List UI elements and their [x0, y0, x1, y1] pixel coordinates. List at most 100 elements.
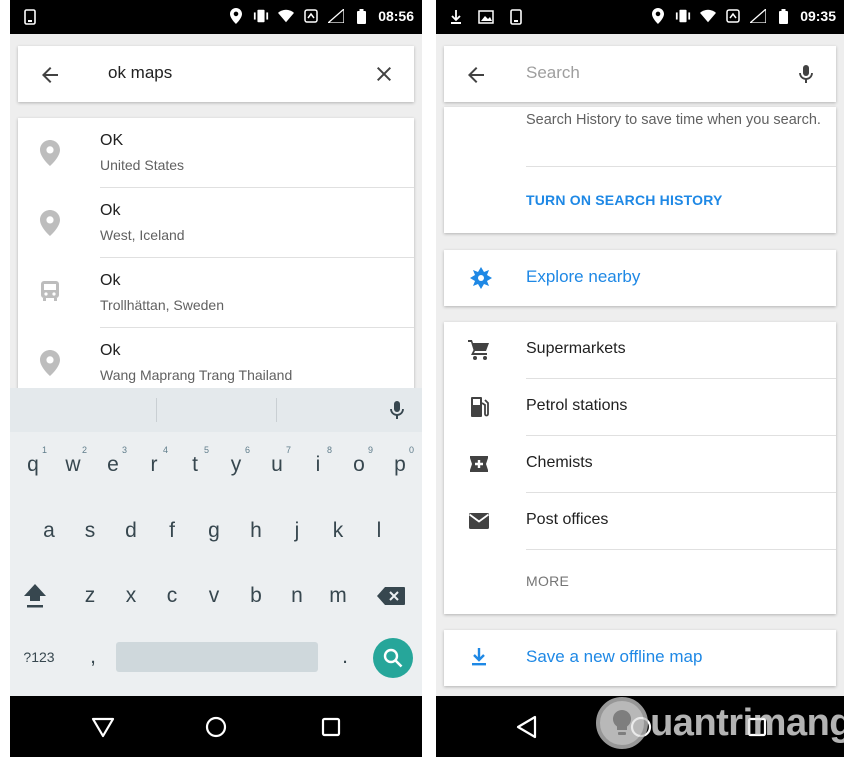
key-j[interactable]: j — [278, 509, 316, 553]
phone-screen-left: 08:56 ok maps OK United States Ok West, … — [10, 0, 422, 757]
phone-screen-right: 09:35 Search Search History to save time… — [436, 0, 844, 757]
back-arrow-icon[interactable] — [464, 63, 488, 87]
turn-on-search-history-button[interactable]: TURN ON SEARCH HISTORY — [526, 192, 723, 208]
key-label: u — [271, 453, 283, 476]
soft-keyboard: 1q 2w 3e 4r 5t 6y 7u 8i 9o 0p a s d f g … — [10, 388, 422, 696]
recents-square-icon[interactable] — [318, 714, 344, 740]
battery-icon — [775, 8, 791, 24]
watermark-text: uantrimang — [650, 701, 844, 744]
place-pin-icon — [40, 350, 62, 376]
key-d[interactable]: d — [112, 509, 150, 553]
search-input[interactable]: ok maps — [108, 63, 172, 83]
result-title: Ok — [100, 272, 121, 289]
clear-icon[interactable] — [372, 62, 396, 86]
key-hint: 3 — [121, 445, 127, 455]
shopping-cart-icon — [467, 338, 491, 362]
key-e[interactable]: 3e — [94, 443, 132, 487]
key-k[interactable]: k — [319, 509, 357, 553]
mic-icon[interactable] — [386, 399, 408, 421]
keyboard-search-button[interactable] — [373, 638, 413, 678]
list-item[interactable]: Ok Trollhättan, Sweden — [18, 258, 414, 328]
more-categories-button[interactable]: MORE — [526, 573, 569, 589]
home-circle-icon[interactable] — [203, 714, 229, 740]
result-title: Ok — [100, 202, 121, 219]
key-c[interactable]: c — [153, 574, 191, 618]
download-notification-icon — [448, 9, 464, 25]
category-supermarkets[interactable]: Supermarkets — [444, 322, 836, 379]
status-bar: 08:56 — [10, 0, 422, 34]
key-hint: 1 — [41, 445, 47, 455]
data-icon — [725, 8, 741, 24]
search-history-description: Search History to save time when you sea… — [526, 112, 821, 128]
key-hint: 4 — [162, 445, 168, 455]
period-key[interactable]: . — [326, 635, 364, 679]
key-f[interactable]: f — [153, 509, 191, 553]
key-a[interactable]: a — [30, 509, 68, 553]
key-n[interactable]: n — [278, 574, 316, 618]
suggestion-strip[interactable] — [10, 388, 422, 432]
navigation-bar — [10, 696, 422, 757]
search-bar[interactable]: ok maps — [18, 46, 414, 102]
result-title: Ok — [100, 342, 121, 359]
category-label: Post offices — [526, 511, 609, 528]
list-item[interactable]: Ok West, Iceland — [18, 188, 414, 258]
key-hint: 8 — [326, 445, 332, 455]
divider — [276, 398, 277, 422]
key-hint: 5 — [203, 445, 209, 455]
key-b[interactable]: b — [237, 574, 275, 618]
symbols-key[interactable]: ?123 — [14, 635, 64, 679]
search-bar[interactable]: Search — [444, 46, 836, 102]
mic-icon[interactable] — [794, 62, 818, 86]
key-i[interactable]: 8i — [299, 443, 337, 487]
key-g[interactable]: g — [195, 509, 233, 553]
lightbulb-logo-icon — [596, 697, 649, 749]
key-label: y — [230, 453, 242, 476]
key-m[interactable]: m — [319, 574, 357, 618]
result-subtitle: West, Iceland — [100, 227, 185, 243]
key-v[interactable]: v — [195, 574, 233, 618]
key-l[interactable]: l — [360, 509, 398, 553]
place-pin-icon — [40, 140, 62, 166]
key-q[interactable]: 1q — [14, 443, 52, 487]
explore-nearby-button[interactable]: Explore nearby — [444, 250, 836, 306]
list-item[interactable]: OK United States — [18, 118, 414, 188]
key-r[interactable]: 4r — [135, 443, 173, 487]
place-pin-icon — [40, 210, 62, 236]
key-w[interactable]: 2w — [54, 443, 92, 487]
key-z[interactable]: z — [71, 574, 109, 618]
save-offline-map-button[interactable]: Save a new offline map — [444, 630, 836, 686]
category-label: Petrol stations — [526, 397, 628, 414]
category-petrol-stations[interactable]: Petrol stations — [444, 379, 836, 436]
key-h[interactable]: h — [237, 509, 275, 553]
result-subtitle: Trollhättan, Sweden — [100, 297, 224, 313]
watermark: uantrimang — [596, 695, 844, 751]
spacebar[interactable] — [116, 642, 318, 672]
back-arrow-icon[interactable] — [38, 63, 62, 87]
key-x[interactable]: x — [112, 574, 150, 618]
battery-icon — [353, 8, 369, 24]
category-post-offices[interactable]: Post offices — [444, 493, 836, 550]
phone-notification-icon — [22, 9, 38, 25]
backspace-icon — [376, 587, 406, 611]
phone-notification-icon — [508, 9, 524, 25]
back-triangle-icon[interactable] — [514, 714, 540, 740]
back-triangle-icon[interactable] — [90, 714, 116, 740]
download-icon — [468, 646, 490, 668]
data-icon — [303, 8, 319, 24]
backspace-key[interactable] — [372, 574, 410, 618]
search-input[interactable]: Search — [526, 63, 580, 83]
comma-key[interactable]: , — [74, 635, 112, 679]
gas-station-icon — [467, 395, 491, 419]
key-o[interactable]: 9o — [340, 443, 378, 487]
status-time: 08:56 — [378, 8, 414, 24]
key-t[interactable]: 5t — [176, 443, 214, 487]
key-u[interactable]: 7u — [258, 443, 296, 487]
shift-key[interactable] — [16, 574, 54, 618]
category-chemists[interactable]: Chemists — [444, 436, 836, 493]
category-label: Chemists — [526, 454, 593, 471]
key-y[interactable]: 6y — [217, 443, 255, 487]
result-title: OK — [100, 132, 124, 149]
navigation-bar: uantrimang — [436, 696, 844, 757]
key-p[interactable]: 0p — [381, 443, 419, 487]
key-s[interactable]: s — [71, 509, 109, 553]
